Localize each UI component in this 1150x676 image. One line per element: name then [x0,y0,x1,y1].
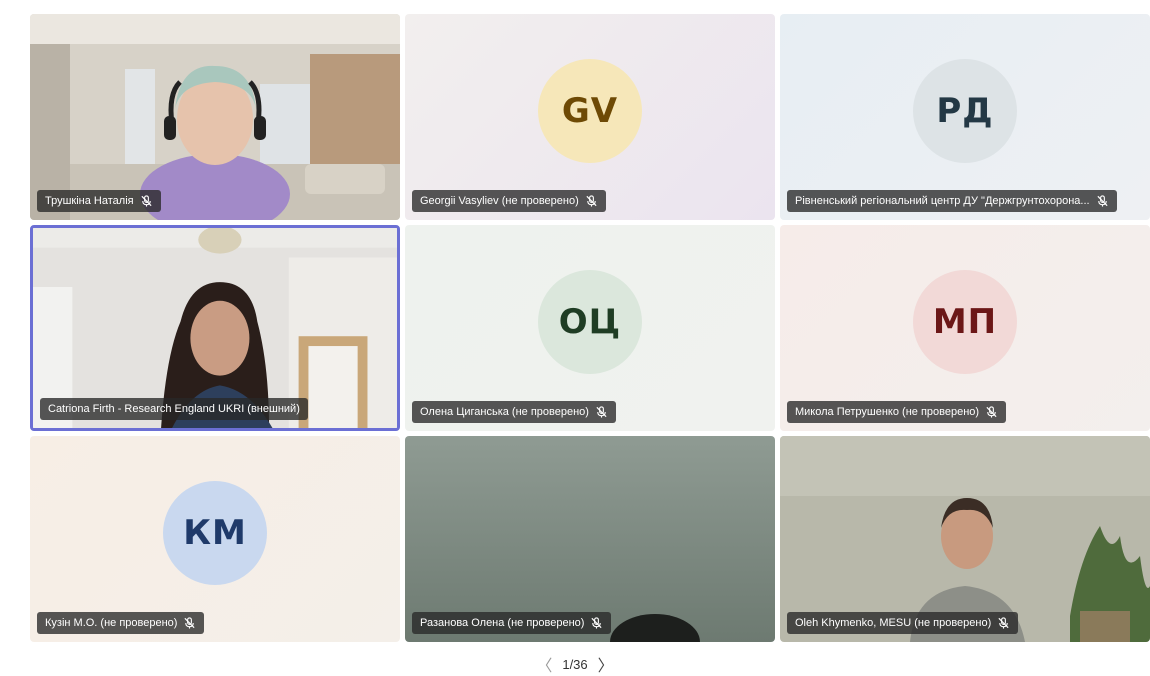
name-label: Georgii Vasyliev (не проверено) [412,190,606,212]
participant-tile-rivne-center[interactable]: РД Рівненський регіональний центр ДУ "Де… [780,14,1150,220]
participant-name: Трушкіна Наталія [45,195,134,207]
name-label: Oleh Khymenko, MESU (не проверено) [787,612,1019,634]
mic-off-icon [141,195,152,207]
participant-name: Georgii Vasyliev (не проверено) [420,195,579,207]
name-label: Олена Циганська (не проверено) [412,401,616,423]
participant-tile-tsyhanska[interactable]: ОЦ Олена Циганська (не проверено) [405,225,775,431]
participant-name: Разанова Олена (не проверено) [420,617,585,629]
participant-name: Микола Петрушенко (не проверено) [795,406,980,418]
participant-tile-firth[interactable]: Catriona Firth - Research England UKRI (… [30,225,400,431]
pagination: 〈 1/36 〉 [0,652,1150,676]
name-label: Микола Петрушенко (не проверено) [787,401,1007,423]
video-grid: Трушкіна Наталія GV Georgii Vasyliev (не… [30,14,1150,644]
name-label: Кузін М.О. (не проверено) [37,612,205,634]
chevron-left-icon[interactable]: 〈 [536,652,552,676]
participant-name: Рівненський регіональний центр ДУ "Держг… [795,195,1090,207]
chevron-right-icon[interactable]: 〉 [598,652,614,676]
name-label: Разанова Олена (не проверено) [412,612,612,634]
mic-off-icon [591,617,603,629]
participant-tile-vasyliev[interactable]: GV Georgii Vasyliev (не проверено) [405,14,775,220]
mic-off-icon [184,617,196,629]
participant-name: Олена Циганська (не проверено) [420,406,589,418]
participant-name: Catriona Firth - Research England UKRI (… [48,403,300,415]
participant-tile-kuzin[interactable]: КМ Кузін М.О. (не проверено) [30,436,400,642]
avatar: МП [913,270,1017,374]
mic-off-icon [586,195,597,207]
mic-off-icon [1097,195,1108,207]
participant-tile-trushkina[interactable]: Трушкіна Наталія [30,14,400,220]
participant-tile-khymenko[interactable]: Oleh Khymenko, MESU (не проверено) [780,436,1150,642]
participant-tile-razanova[interactable]: Разанова Олена (не проверено) [405,436,775,642]
avatar: РД [913,59,1017,163]
participant-name: Oleh Khymenko, MESU (не проверено) [795,617,992,629]
participant-name: Кузін М.О. (не проверено) [45,617,178,629]
name-label: Трушкіна Наталія [37,190,161,212]
avatar: ОЦ [538,270,642,374]
mic-off-icon [986,406,997,418]
mic-off-icon [596,406,607,418]
avatar: КМ [163,481,267,585]
participant-tile-petrushenko[interactable]: МП Микола Петрушенко (не проверено) [780,225,1150,431]
page-indicator: 1/36 [562,656,588,672]
avatar: GV [538,59,642,163]
name-label: Catriona Firth - Research England UKRI (… [40,398,308,420]
name-label: Рівненський регіональний центр ДУ "Держг… [787,190,1117,212]
mic-off-icon [998,617,1009,629]
